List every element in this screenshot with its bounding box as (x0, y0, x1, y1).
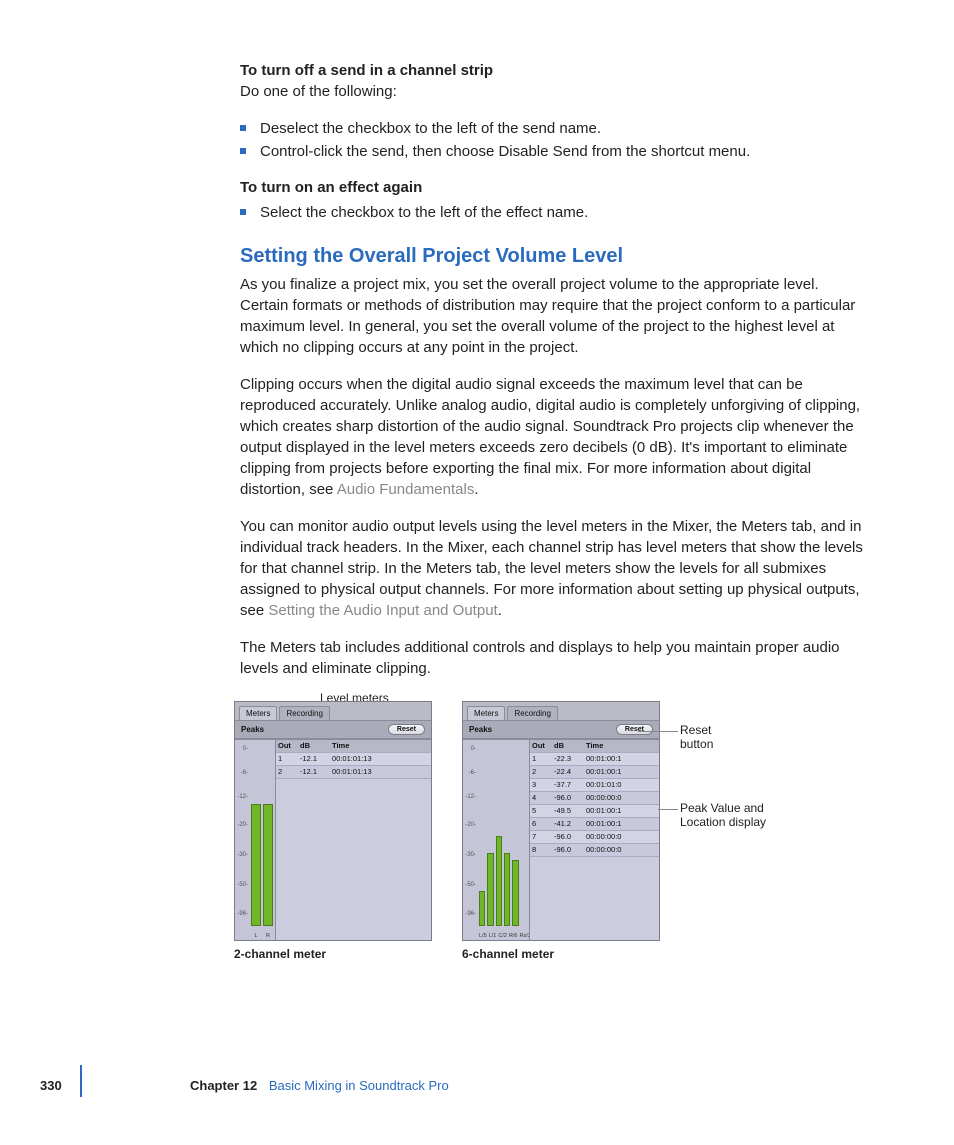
meter-bar (504, 853, 510, 926)
tab-recording[interactable]: Recording (507, 706, 557, 720)
meters-panel-2ch: Meters Recording Peaks Reset 0- -6- -12- (234, 701, 432, 941)
table-row: 1-12.100:01:01:13 (276, 753, 431, 766)
meter-bar (496, 836, 502, 925)
meter-bar (263, 804, 273, 925)
meter-bar (487, 853, 493, 926)
turn-off-send-list: Deselect the checkbox to the left of the… (240, 118, 864, 163)
chapter-number: Chapter 12 (190, 1078, 257, 1093)
list-item: Deselect the checkbox to the left of the… (240, 118, 864, 141)
tab-recording[interactable]: Recording (279, 706, 329, 720)
table-row: 5-49.500:01:00:1 (530, 805, 659, 818)
section-p2: Clipping occurs when the digital audio s… (240, 374, 864, 500)
turn-off-send-heading: To turn off a send in a channel strip Do… (240, 60, 864, 102)
turn-on-effect-list: Select the checkbox to the left of the e… (240, 202, 864, 225)
page-footer: 330 Chapter 12 Basic Mixing in Soundtrac… (40, 1078, 449, 1093)
peaks-label: Peaks (469, 725, 492, 734)
reset-button[interactable]: Reset (616, 724, 653, 735)
tab-meters[interactable]: Meters (467, 706, 505, 720)
table-row: 2-12.100:01:01:13 (276, 766, 431, 779)
table-row: 6-41.200:01:00:1 (530, 818, 659, 831)
table-row: 8-96.000:00:00:0 (530, 844, 659, 857)
table-row: 3-37.700:01:01:0 (530, 779, 659, 792)
page-number: 330 (40, 1078, 70, 1093)
link-setting-audio-io[interactable]: Setting the Audio Input and Output (268, 602, 497, 619)
table-row: 4-96.000:00:00:0 (530, 792, 659, 805)
turn-on-effect-heading: To turn on an effect again (240, 177, 864, 198)
table-row: 2-22.400:01:00:1 (530, 766, 659, 779)
link-audio-fundamentals[interactable]: Audio Fundamentals (337, 481, 475, 498)
list-item: Select the checkbox to the left of the e… (240, 202, 864, 225)
section-heading: Setting the Overall Project Volume Level (240, 245, 864, 268)
table-row: 1-22.300:01:00:1 (530, 753, 659, 766)
caption-6ch: 6-channel meter (462, 947, 660, 961)
meters-panel-6ch: Meters Recording Peaks Reset 0- -6- -12- (462, 701, 660, 941)
table-row: 7-96.000:00:00:0 (530, 831, 659, 844)
chapter-title: Basic Mixing in Soundtrack Pro (269, 1078, 449, 1093)
peaks-label: Peaks (241, 725, 264, 734)
section-p1: As you finalize a project mix, you set t… (240, 274, 864, 358)
tab-meters[interactable]: Meters (239, 706, 277, 720)
list-item: Control-click the send, then choose Disa… (240, 141, 864, 164)
caption-2ch: 2-channel meter (234, 947, 432, 961)
meter-bar (479, 891, 485, 926)
meter-bar (512, 860, 518, 925)
section-p3: You can monitor audio output levels usin… (240, 516, 864, 621)
reset-button[interactable]: Reset (388, 724, 425, 735)
callout-reset-button: Reset button (680, 723, 713, 751)
meter-bar (251, 804, 261, 925)
section-p4: The Meters tab includes additional contr… (240, 637, 864, 679)
callout-peak-value: Peak Value and Location display (680, 801, 800, 829)
